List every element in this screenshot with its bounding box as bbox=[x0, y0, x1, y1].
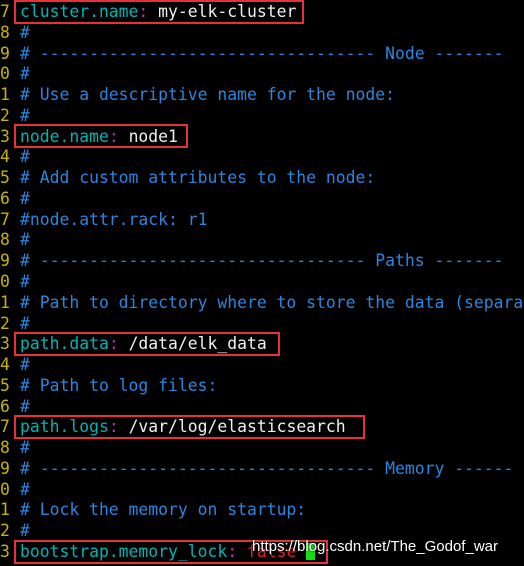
line-number: 0 bbox=[0, 64, 10, 84]
comment-text: # bbox=[20, 396, 30, 416]
editor-line: 9 # --------------------------------- Pat… bbox=[0, 250, 504, 271]
colon: : bbox=[108, 417, 129, 437]
line-number: 9 bbox=[0, 458, 10, 478]
editor-line: 2 # bbox=[0, 520, 30, 541]
colon: : bbox=[108, 126, 129, 146]
line-number: 7 bbox=[0, 417, 10, 437]
comment-text: # bbox=[20, 230, 30, 250]
comment-text: # bbox=[20, 22, 30, 42]
editor-line: 7 path.logs: /var/log/elasticsearch bbox=[0, 416, 346, 437]
line-number: 5 bbox=[0, 375, 10, 395]
editor-line: 6 # bbox=[0, 396, 30, 417]
line-number: 0 bbox=[0, 272, 10, 291]
comment-text: # Lock the memory on startup: bbox=[20, 500, 307, 520]
editor-line: 3 bootstrap.memory_lock: false bbox=[0, 541, 316, 562]
config-value: /data/elk_data bbox=[128, 334, 267, 354]
line-number: 2 bbox=[0, 313, 10, 333]
editor-line: 3 node.name: node1 bbox=[0, 126, 178, 147]
editor-line: 6 # bbox=[0, 188, 30, 209]
line-number: 8 bbox=[0, 22, 10, 42]
comment-text: # bbox=[20, 521, 30, 541]
line-number: 9 bbox=[0, 43, 10, 63]
editor-line: 5 # Add custom attributes to the node: bbox=[0, 167, 375, 188]
config-value: node1 bbox=[128, 126, 178, 146]
comment-text: # Path to log files: bbox=[20, 375, 218, 395]
line-number: 4 bbox=[0, 147, 10, 167]
line-number: 6 bbox=[0, 188, 10, 208]
line-number: 2 bbox=[0, 105, 10, 125]
config-entry: node.name: node1 bbox=[20, 126, 178, 147]
config-key: bootstrap.memory_lock bbox=[20, 542, 228, 562]
config-key: path.data bbox=[20, 334, 109, 354]
editor-line: 5 # Path to log files: bbox=[0, 375, 217, 396]
editor-line: 0 # bbox=[0, 63, 30, 84]
comment-text: # bbox=[20, 147, 30, 167]
line-number: 7 bbox=[0, 209, 10, 229]
config-value: my-elk-cluster bbox=[158, 2, 297, 21]
line-number: 0 bbox=[0, 479, 10, 499]
line-number: 8 bbox=[0, 438, 10, 458]
line-number: 2 bbox=[0, 521, 10, 541]
line-number: 3 bbox=[0, 542, 10, 562]
editor-line: 1 # Path to directory where to store the … bbox=[0, 292, 523, 313]
comment-text: #node.attr.rack: r1 bbox=[20, 209, 208, 229]
comment-text: # bbox=[20, 105, 30, 125]
editor-line: 2 # bbox=[0, 313, 30, 334]
line-number: 1 bbox=[0, 292, 10, 312]
config-entry: cluster.name: my-elk-cluster bbox=[20, 1, 296, 22]
comment-text: # bbox=[20, 64, 30, 84]
colon: : bbox=[227, 542, 247, 562]
editor-line: 2 # bbox=[0, 105, 30, 126]
editor-line: 4 # bbox=[0, 146, 30, 167]
editor-line: 8 # bbox=[0, 437, 30, 458]
editor-line: 8 # bbox=[0, 229, 30, 250]
editor-line: 3 path.data: /data/elk_data bbox=[0, 333, 267, 354]
comment-text: # --------------------------------- Path… bbox=[20, 251, 504, 271]
editor-line: 4 # bbox=[0, 354, 30, 375]
line-number: 3 bbox=[0, 126, 10, 146]
comment-text: # bbox=[20, 355, 30, 375]
colon: : bbox=[108, 334, 129, 354]
comment-text: # ---------------------------------- Nod… bbox=[20, 43, 504, 63]
comment-text: # bbox=[20, 188, 30, 208]
line-number: 1 bbox=[0, 500, 10, 520]
editor-line: 7 cluster.name: my-elk-cluster bbox=[0, 1, 296, 22]
comment-text: # ---------------------------------- Mem… bbox=[20, 458, 514, 478]
editor-line: 0 # bbox=[0, 479, 30, 500]
editor-line: 0 # bbox=[0, 271, 30, 292]
editor-line: 9 # ---------------------------------- No… bbox=[0, 43, 504, 64]
comment-text: # bbox=[20, 272, 30, 291]
line-number: 9 bbox=[0, 251, 10, 271]
line-number: 3 bbox=[0, 334, 10, 354]
colon: : bbox=[138, 2, 159, 21]
comment-text: # Use a descriptive name for the node: bbox=[20, 85, 395, 105]
config-key: path.logs bbox=[20, 417, 109, 437]
editor-line: 8 # bbox=[0, 22, 30, 43]
line-number: 7 bbox=[0, 2, 10, 21]
comment-text: # bbox=[20, 438, 30, 458]
line-number: 4 bbox=[0, 355, 10, 375]
line-number: 1 bbox=[0, 85, 10, 105]
config-key: node.name bbox=[20, 126, 109, 146]
config-key: cluster.name bbox=[20, 2, 139, 21]
config-entry: path.logs: /var/log/elasticsearch bbox=[20, 416, 346, 437]
line-number: 6 bbox=[0, 396, 10, 416]
comment-text: # bbox=[20, 479, 30, 499]
editor-line: 1 # Lock the memory on startup: bbox=[0, 499, 306, 520]
config-entry: path.data: /data/elk_data bbox=[20, 333, 267, 354]
editor-line: 1 # Use a descriptive name for the node: bbox=[0, 84, 395, 105]
config-value: /var/log/elasticsearch bbox=[128, 417, 346, 437]
watermark: https://blog.csdn.net/The_Godof_war bbox=[252, 538, 498, 555]
comment-text: # bbox=[20, 313, 30, 333]
comment-text: # Add custom attributes to the node: bbox=[20, 168, 376, 188]
editor-line: 7 #node.attr.rack: r1 bbox=[0, 209, 208, 230]
line-number: 8 bbox=[0, 230, 10, 250]
editor-line: 9 # ---------------------------------- Me… bbox=[0, 458, 513, 479]
line-number: 5 bbox=[0, 168, 10, 188]
comment-text: # Path to directory where to store the d… bbox=[20, 292, 524, 312]
